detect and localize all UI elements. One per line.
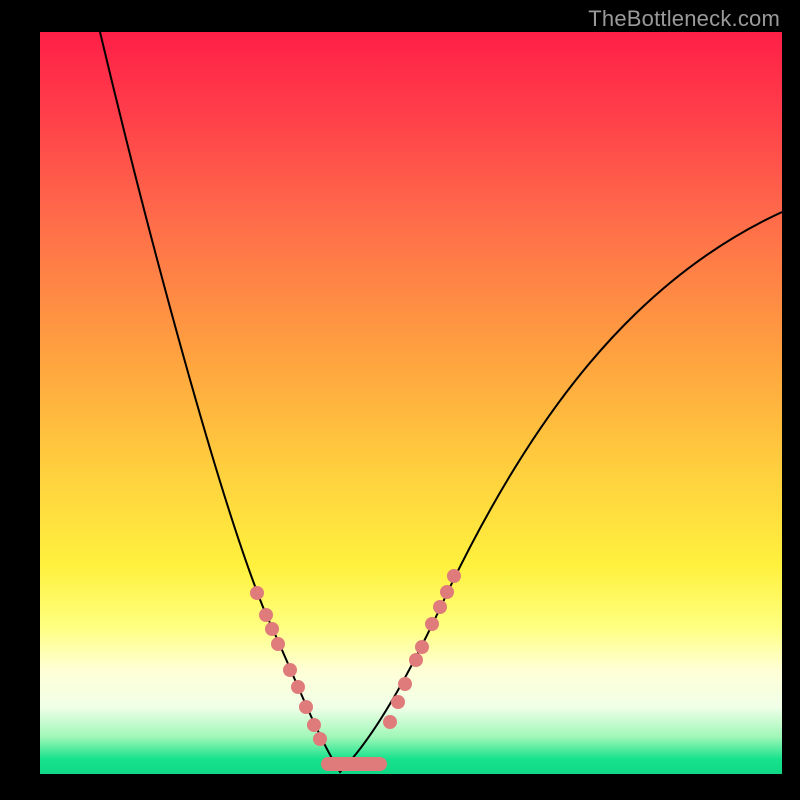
marker-dot — [391, 695, 405, 709]
marker-dot — [409, 653, 423, 667]
plot-area — [40, 32, 782, 774]
chart-overlay — [40, 32, 782, 774]
marker-dot — [265, 622, 279, 636]
marker-dot — [313, 732, 327, 746]
watermark-text: TheBottleneck.com — [588, 6, 780, 32]
marker-dot — [383, 715, 397, 729]
marker-dot — [447, 569, 461, 583]
curve-base-bar — [321, 757, 387, 771]
marker-dot — [415, 640, 429, 654]
bottleneck-curve — [100, 32, 782, 772]
marker-dot — [398, 677, 412, 691]
marker-dot — [271, 637, 285, 651]
marker-dot — [250, 586, 264, 600]
marker-dot — [433, 600, 447, 614]
marker-dot — [425, 617, 439, 631]
marker-dot — [291, 680, 305, 694]
marker-dot — [283, 663, 297, 677]
marker-dot — [440, 585, 454, 599]
marker-dot — [307, 718, 321, 732]
marker-dot — [299, 700, 313, 714]
chart-frame: TheBottleneck.com — [0, 0, 800, 800]
marker-dot — [259, 608, 273, 622]
